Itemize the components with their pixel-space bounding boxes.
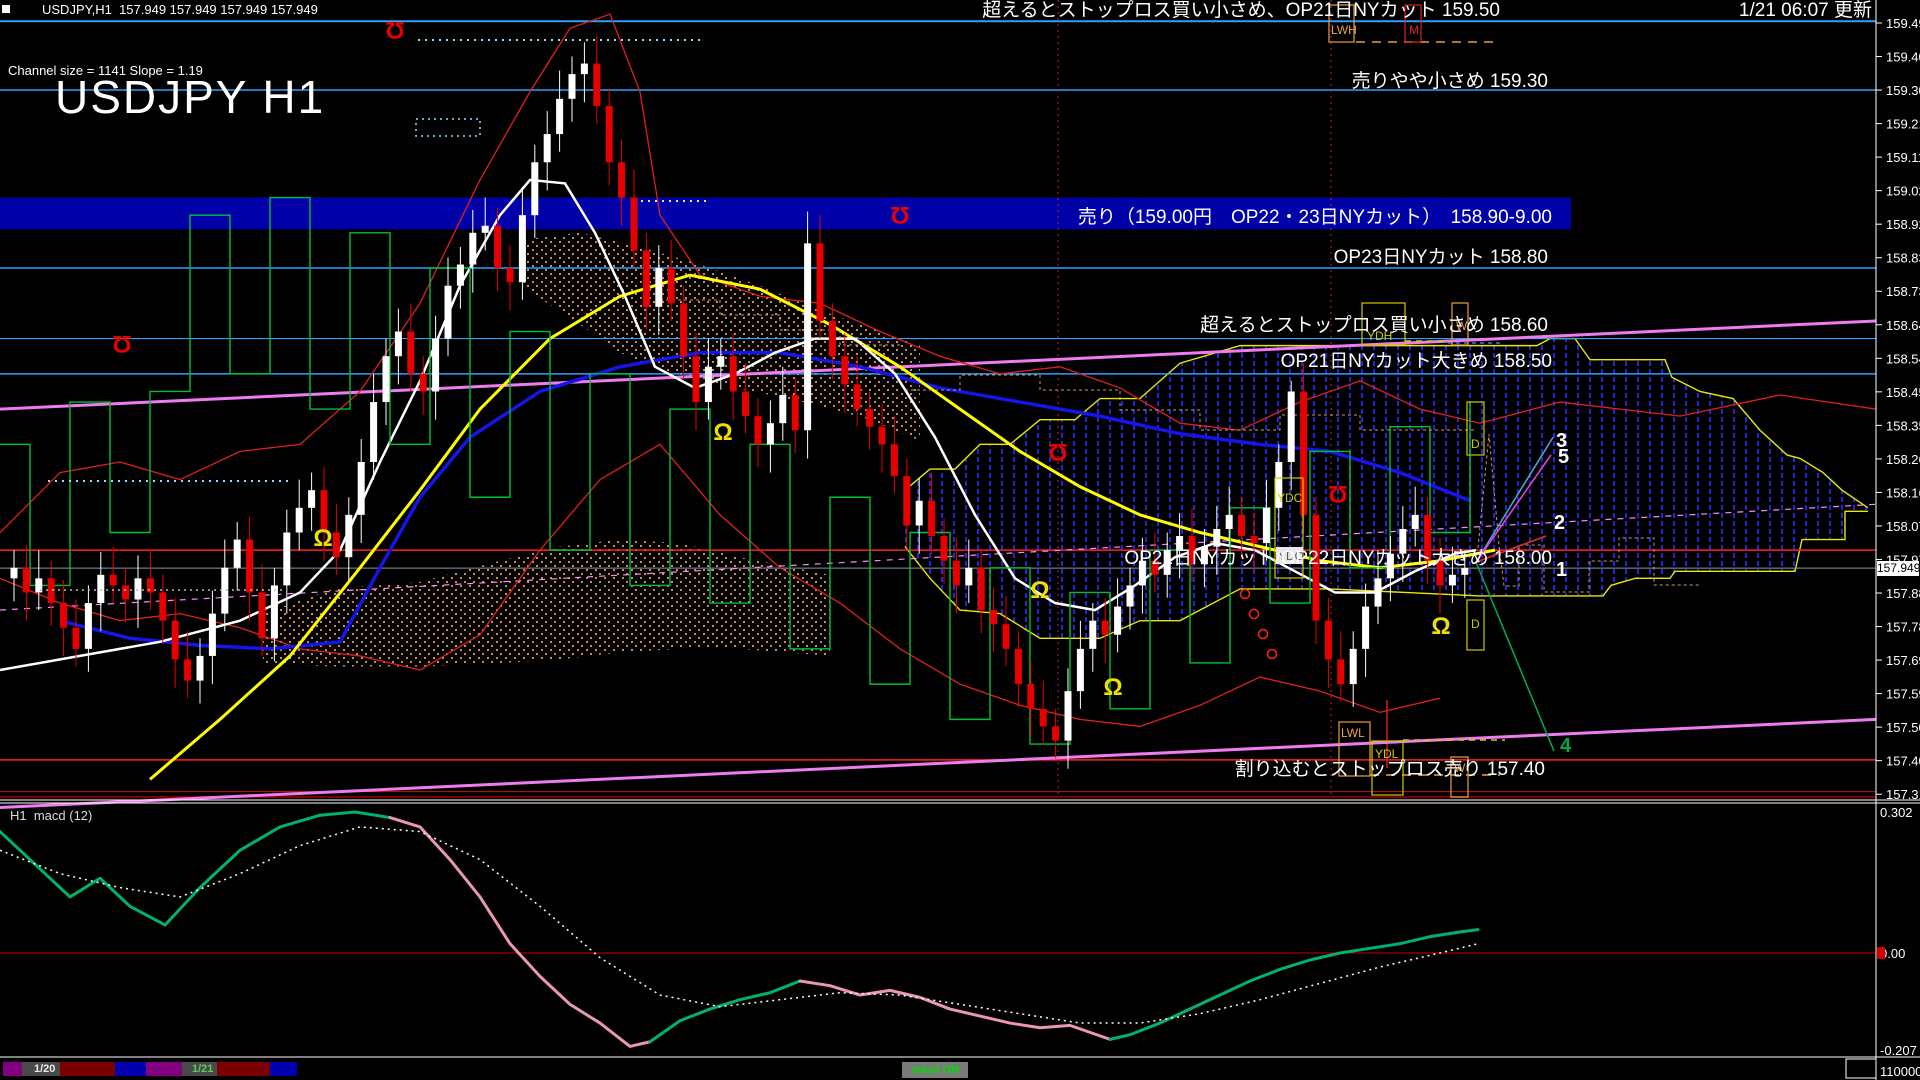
sell-marker-icon: Ω bbox=[385, 16, 404, 43]
svg-text:158.070: 158.070 bbox=[1886, 519, 1920, 534]
svg-text:159.400: 159.400 bbox=[1886, 50, 1920, 65]
buy-marker-icon: Ω bbox=[1030, 577, 1049, 604]
level-note-158-60: 超えるとストップロス買い小さめ 158.60 bbox=[1200, 316, 1548, 336]
svg-text:5: 5 bbox=[1558, 446, 1569, 468]
svg-text:159.115: 159.115 bbox=[1886, 150, 1920, 165]
symbol-ohlc-readout: USDJPY,H1 157.949 157.949 157.949 157.94… bbox=[42, 3, 318, 17]
svg-text:158.355: 158.355 bbox=[1886, 418, 1920, 433]
level-note-157-40: 割り込むとストップロス売り 157.40 bbox=[1235, 760, 1545, 780]
svg-text:LWL: LWL bbox=[1341, 726, 1365, 740]
svg-text:158.925: 158.925 bbox=[1886, 217, 1920, 232]
svg-text:158.260: 158.260 bbox=[1886, 452, 1920, 467]
session-day-label-1: 1/20 bbox=[34, 1062, 55, 1076]
svg-text:M: M bbox=[1409, 23, 1419, 37]
svg-text:0.302: 0.302 bbox=[1880, 805, 1913, 820]
buy-marker-icon: Ω bbox=[313, 525, 332, 552]
svg-text:157.880: 157.880 bbox=[1886, 586, 1920, 601]
svg-text:158.640: 158.640 bbox=[1886, 318, 1920, 333]
svg-text:2: 2 bbox=[1554, 512, 1565, 534]
svg-text:157.310: 157.310 bbox=[1886, 787, 1920, 802]
macd-on-button[interactable]: macd ON bbox=[902, 1062, 968, 1078]
buy-marker-icon: Ω bbox=[1431, 613, 1450, 640]
sell-marker-icon: Ω bbox=[1328, 480, 1347, 507]
macd-panel bbox=[0, 812, 1876, 1046]
macd-indicator-label: H1 macd (12) bbox=[10, 806, 92, 826]
svg-text:158.830: 158.830 bbox=[1886, 251, 1920, 266]
price-chart-canvas[interactable]: 35214ΩΩΩΩΩΩΩΩΩΩLWHMYDHWYDCDDLWLYDLWYDO15… bbox=[0, 0, 1920, 1080]
svg-text:159.020: 159.020 bbox=[1886, 184, 1920, 199]
svg-text:159.210: 159.210 bbox=[1886, 117, 1920, 132]
sell-band-label: 売り（159.00円 OP22・23日NYカット） 158.90-9.00 bbox=[1078, 208, 1552, 228]
level-note-158-50: OP21日NYカット大きめ 158.50 bbox=[1281, 352, 1552, 372]
svg-text:157.405: 157.405 bbox=[1886, 754, 1920, 769]
buy-marker-icon: Ω bbox=[713, 419, 732, 446]
svg-text:1: 1 bbox=[1556, 559, 1567, 581]
sell-marker-icon: Ω bbox=[890, 201, 909, 228]
svg-text:159.305: 159.305 bbox=[1886, 83, 1920, 98]
svg-text:LWH: LWH bbox=[1331, 23, 1357, 37]
svg-text:158.450: 158.450 bbox=[1886, 385, 1920, 400]
svg-text:4: 4 bbox=[1560, 735, 1572, 757]
svg-text:D: D bbox=[1471, 617, 1480, 631]
svg-text:110000: 110000 bbox=[1880, 1064, 1920, 1079]
svg-text:157.690: 157.690 bbox=[1886, 653, 1920, 668]
chart-watermark: USDJPY H1 bbox=[55, 70, 325, 124]
svg-text:158.165: 158.165 bbox=[1886, 485, 1920, 500]
sell-marker-icon: Ω bbox=[112, 330, 131, 357]
sell-marker-icon: Ω bbox=[1048, 438, 1067, 465]
level-note-158-00: OP21日NYカット/OP22日NYカット大きめ 158.00 bbox=[1124, 549, 1552, 569]
price-axis: 159.495 159.400 159.305 159.210 159.115 159.0… bbox=[1846, 0, 1920, 1080]
svg-text:157.785: 157.785 bbox=[1886, 620, 1920, 635]
svg-text:YDC: YDC bbox=[1277, 491, 1303, 505]
update-timestamp: 1/21 06:07 更新 bbox=[1739, 1, 1872, 21]
level-note-159-30: 売りやや小さめ 159.30 bbox=[1352, 72, 1548, 92]
svg-text:157.500: 157.500 bbox=[1886, 720, 1920, 735]
svg-text:158.545: 158.545 bbox=[1886, 351, 1920, 366]
svg-text:159.495: 159.495 bbox=[1886, 16, 1920, 31]
level-note-159-50: 超えるとストップロス買い小さめ、OP21日NYカット 159.50 bbox=[982, 1, 1500, 21]
level-note-158-80: OP23日NYカット 158.80 bbox=[1334, 248, 1548, 268]
svg-text:157.595: 157.595 bbox=[1886, 687, 1920, 702]
panel-separators bbox=[0, 800, 1920, 1057]
mt4-chart-window: 35214ΩΩΩΩΩΩΩΩΩΩLWHMYDHWYDCDDLWLYDLWYDO15… bbox=[0, 0, 1920, 1080]
session-day-label-2: 1/21 bbox=[192, 1062, 213, 1076]
svg-text:D: D bbox=[1471, 437, 1480, 451]
current-price-tag: 157.949 bbox=[1877, 561, 1919, 576]
svg-text:-0.207: -0.207 bbox=[1880, 1043, 1917, 1058]
buy-marker-icon: Ω bbox=[1103, 674, 1122, 701]
window-corner-chip bbox=[2, 5, 10, 13]
svg-text:158.735: 158.735 bbox=[1886, 284, 1920, 299]
